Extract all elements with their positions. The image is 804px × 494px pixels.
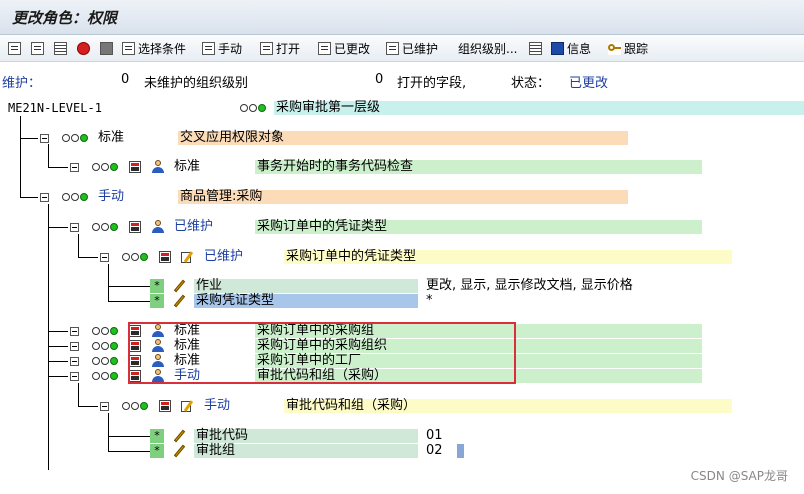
pencil-icon[interactable]: [173, 294, 187, 308]
field-star: *: [150, 279, 164, 293]
table-icon[interactable]: [529, 39, 542, 57]
folder-toggle-icon[interactable]: [70, 163, 79, 172]
expand-icon[interactable]: [8, 39, 21, 57]
status-lights-icon: [62, 134, 88, 142]
status-lights-icon: [62, 193, 88, 201]
info-button[interactable]: 信息: [551, 39, 591, 57]
maint-label: 维护：: [2, 76, 42, 91]
changed-button[interactable]: 已更改: [318, 39, 370, 57]
pencil-icon[interactable]: [173, 279, 187, 293]
field-value[interactable]: 更改, 显示, 显示修改文档, 显示价格: [426, 279, 804, 293]
object-desc[interactable]: 采购订单中的凭证类型: [255, 220, 702, 234]
text-cursor: [457, 444, 464, 458]
person-icon: [151, 220, 166, 234]
info-icon: [551, 41, 564, 55]
status-lights-icon: [92, 342, 118, 350]
maintained-icon: [386, 41, 399, 55]
field-label: 作业: [194, 279, 418, 293]
field-value[interactable]: 01: [426, 429, 804, 443]
status-lights-icon: [92, 163, 118, 171]
field-label: 采购凭证类型: [194, 294, 418, 308]
authorization-tree: ME21N-LEVEL-1 采购审批第一层级 标准 交叉应用权限对象 标准 事务…: [0, 96, 804, 494]
node-status: 手动: [98, 189, 125, 204]
object-class-desc[interactable]: 商品管理:采购: [178, 190, 628, 204]
folder-toggle-icon[interactable]: [40, 134, 49, 143]
pencil-icon[interactable]: [173, 429, 187, 443]
watermark: CSDN @SAP龙哥: [690, 469, 788, 483]
field-value[interactable]: *: [426, 294, 804, 308]
edit-document-icon[interactable]: [180, 399, 195, 413]
open-icon: [260, 41, 273, 55]
root-description: 采购审批第一层级: [274, 101, 804, 115]
record-icon[interactable]: [129, 221, 141, 233]
record-icon[interactable]: [159, 400, 171, 412]
field-star: *: [150, 444, 164, 458]
collapse-icon[interactable]: [31, 39, 44, 57]
toolbar: 选择条件 手动 打开 已更改 已维护 组织级别... 信息 跟踪: [0, 35, 804, 62]
field-star: *: [150, 429, 164, 443]
folder-toggle-icon[interactable]: [70, 372, 79, 381]
folder-toggle-icon[interactable]: [70, 223, 79, 232]
status-lights-icon: [92, 327, 118, 335]
record-icon[interactable]: [129, 161, 141, 173]
manual-button[interactable]: 手动: [202, 39, 242, 57]
select-conditions-icon: [122, 41, 135, 55]
record-icon[interactable]: [159, 251, 171, 263]
org-icon[interactable]: [54, 39, 67, 57]
status-lights-icon: [240, 104, 266, 112]
folder-toggle-icon[interactable]: [70, 357, 79, 366]
title-bar: 更改角色：权限: [0, 0, 804, 35]
open-text: 打开的字段,: [397, 76, 467, 91]
org-levels-button[interactable]: 组织级别...: [458, 39, 517, 57]
select-conditions-button[interactable]: 选择条件: [122, 39, 186, 57]
person-icon: [151, 160, 166, 174]
edit-document-icon[interactable]: [180, 250, 195, 264]
status-lights-icon: [92, 357, 118, 365]
status-lights-icon: [92, 223, 118, 231]
delete-icon[interactable]: [100, 39, 113, 57]
open-count: 0: [375, 72, 384, 87]
open-button[interactable]: 打开: [260, 39, 300, 57]
node-status: 已维护: [204, 249, 244, 264]
folder-toggle-icon[interactable]: [40, 193, 49, 202]
folder-toggle-icon[interactable]: [100, 253, 109, 262]
status-lights-icon: [122, 253, 148, 261]
trace-button[interactable]: 跟踪: [608, 39, 648, 57]
object-class-desc[interactable]: 交叉应用权限对象: [178, 131, 628, 145]
folder-toggle-icon[interactable]: [70, 342, 79, 351]
window-title: 更改角色：权限: [12, 9, 118, 27]
changed-icon: [318, 41, 331, 55]
trace-icon: [608, 41, 621, 55]
folder-toggle-icon[interactable]: [70, 327, 79, 336]
field-label: 审批组: [194, 444, 418, 458]
authorization-desc[interactable]: 采购订单中的凭证类型: [284, 250, 732, 264]
node-status: 标准: [98, 130, 125, 145]
field-value[interactable]: 02: [426, 444, 804, 458]
node-status: 标准: [174, 159, 201, 174]
state-label: 状态：: [511, 76, 551, 91]
state-value: 已更改: [569, 76, 609, 91]
field-star: *: [150, 294, 164, 308]
root-role-name[interactable]: ME21N-LEVEL-1: [8, 100, 102, 116]
highlight-box: [128, 322, 516, 384]
maintained-button[interactable]: 已维护: [386, 39, 438, 57]
status-line: 维护： 0 未维护的组织级别 0 打开的字段, 状态： 已更改: [0, 64, 804, 94]
status-icon[interactable]: [77, 39, 90, 57]
status-lights-icon: [122, 402, 148, 410]
status-lights-icon: [92, 372, 118, 380]
node-status: 已维护: [174, 219, 214, 234]
folder-toggle-icon[interactable]: [100, 402, 109, 411]
pencil-icon[interactable]: [173, 444, 187, 458]
node-status: 手动: [204, 398, 231, 413]
authorization-desc[interactable]: 审批代码和组（采购）: [284, 399, 732, 413]
unmaint-count: 0: [121, 72, 130, 87]
field-label: 审批代码: [194, 429, 418, 443]
object-desc[interactable]: 事务开始时的事务代码检查: [255, 160, 702, 174]
unmaint-text: 未维护的组织级别: [144, 76, 249, 91]
manual-icon: [202, 41, 215, 55]
